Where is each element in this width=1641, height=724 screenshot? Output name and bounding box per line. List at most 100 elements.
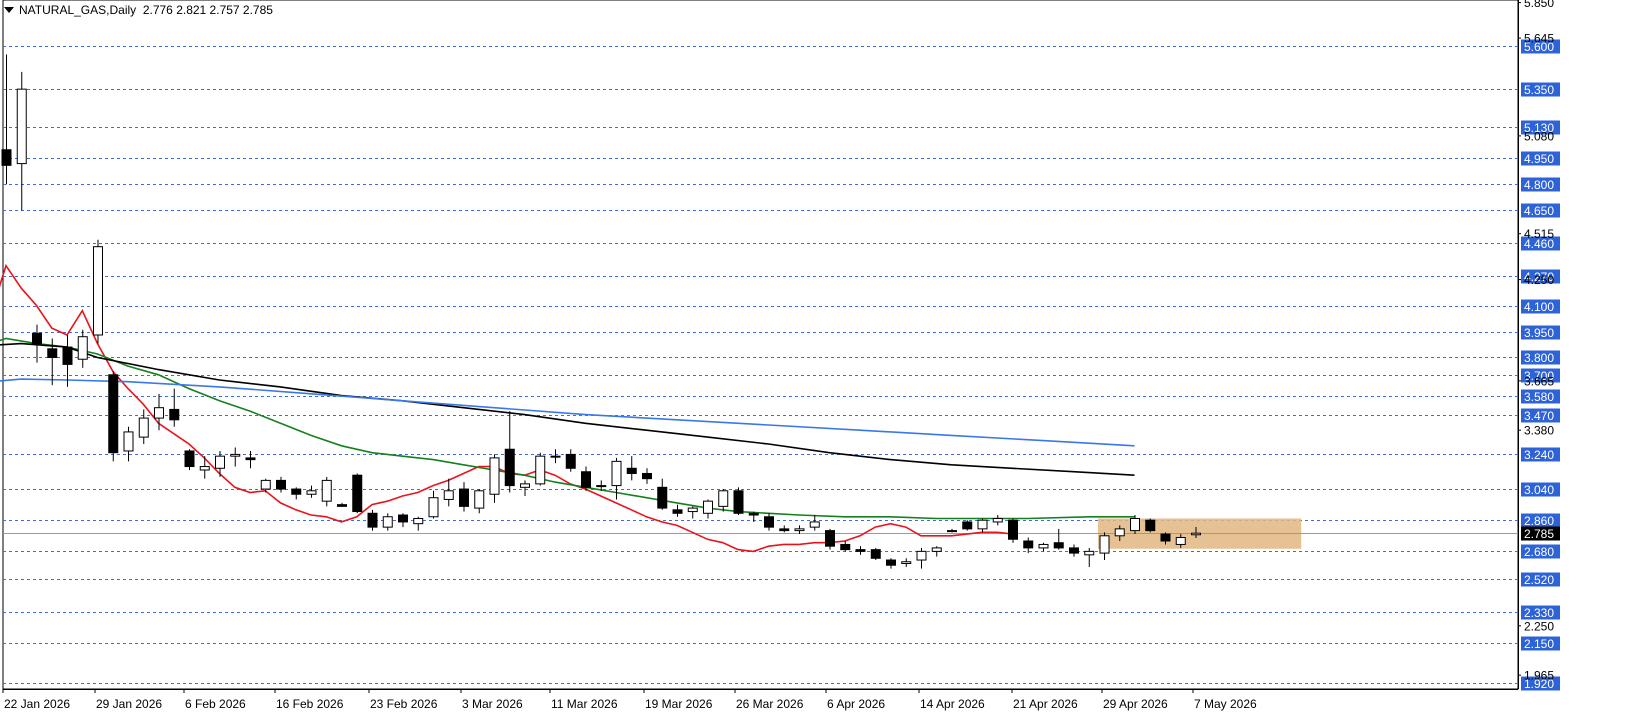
candle-body	[474, 490, 485, 509]
level-label: 3.040	[1524, 483, 1554, 497]
candle-body	[977, 519, 988, 530]
candle-body	[93, 246, 103, 336]
candle-body	[596, 485, 607, 488]
level-label: 4.650	[1524, 204, 1554, 218]
level-label: 2.520	[1524, 573, 1554, 587]
candle-body	[352, 474, 363, 513]
level-label: 4.800	[1524, 178, 1554, 192]
level-label: 4.100	[1524, 300, 1554, 314]
scale-label: 1.965	[1524, 669, 1554, 683]
candle-body	[642, 472, 652, 480]
candle-body	[260, 479, 271, 490]
time-label: 3 Mar 2026	[462, 697, 523, 711]
candle-body	[825, 530, 835, 547]
candle-body	[215, 455, 225, 469]
candle-body	[626, 467, 637, 474]
candle-body	[703, 500, 713, 514]
scale-label: 3.665	[1524, 374, 1554, 388]
candle-body	[230, 453, 241, 457]
ohlc-readout: 2.776 2.821 2.757 2.785	[142, 3, 273, 17]
scale-label: 4.515	[1524, 227, 1554, 241]
candle-body	[870, 549, 881, 559]
candle-body	[47, 348, 58, 358]
candle-body	[550, 455, 561, 458]
level-label: 3.470	[1524, 409, 1554, 423]
candle-body	[1084, 550, 1095, 556]
level-label: 2.860	[1524, 514, 1554, 528]
chart-title-bar[interactable]: NATURAL_GAS,Daily 2.776 2.821 2.757 2.78…	[4, 3, 273, 17]
candle-body	[611, 460, 622, 487]
level-label: 3.800	[1524, 351, 1554, 365]
candle-body	[291, 488, 302, 495]
candle-body	[367, 512, 378, 528]
candle-body	[764, 516, 774, 528]
candle-body	[184, 450, 195, 468]
candle-body	[245, 457, 256, 461]
candle-body	[855, 549, 866, 552]
candle-body	[687, 507, 698, 513]
time-label: 14 Apr 2026	[920, 697, 985, 711]
candle-body	[779, 528, 790, 532]
candle-body	[62, 346, 73, 365]
candle-body	[581, 471, 591, 488]
level-label: 2.330	[1524, 606, 1554, 620]
candle-body	[901, 561, 912, 564]
candle-body	[459, 488, 469, 507]
candle-body	[382, 516, 393, 528]
candle-body	[916, 550, 927, 561]
candle-body	[443, 490, 454, 500]
time-label: 23 Feb 2026	[370, 697, 438, 711]
plot-frame	[2, 0, 1519, 690]
chart-canvas: 5.6005.3505.1304.9504.8004.6504.4604.270…	[0, 0, 1560, 711]
candle-body	[123, 431, 134, 452]
time-label: 29 Apr 2026	[1103, 697, 1168, 711]
candle-body	[108, 374, 119, 454]
candle-body	[748, 512, 759, 516]
candle-body	[886, 559, 896, 566]
candle-body	[565, 453, 576, 469]
candle-body	[306, 490, 317, 495]
candle-body	[489, 457, 500, 495]
candle-body	[398, 514, 408, 523]
candle-body	[809, 521, 820, 528]
time-label: 6 Apr 2026	[827, 697, 885, 711]
candle-body	[1114, 528, 1125, 537]
scale-label: 5.645	[1524, 32, 1554, 46]
level-label: 2.680	[1524, 545, 1554, 559]
candle-body	[504, 448, 515, 487]
time-label: 11 Mar 2026	[551, 697, 618, 711]
time-label: 26 Mar 2026	[736, 697, 804, 711]
candle-body	[1008, 519, 1018, 540]
candle-body	[413, 517, 424, 525]
time-label: 16 Feb 2026	[276, 697, 344, 711]
candle-body	[1099, 535, 1110, 554]
candle-body	[321, 479, 332, 502]
candle-body	[77, 336, 88, 360]
scale-label: 5.850	[1524, 0, 1554, 10]
candle-body	[1145, 519, 1156, 532]
candle-body	[154, 407, 164, 419]
candle-body	[428, 497, 439, 518]
candle-body	[535, 455, 546, 485]
candle-body	[32, 332, 42, 345]
level-label: 3.240	[1524, 448, 1554, 462]
candle-body	[794, 528, 805, 532]
candle-body	[276, 479, 286, 490]
timeframe-label: Daily	[109, 3, 137, 17]
level-label: 5.350	[1524, 83, 1554, 97]
scale-label: 3.380	[1524, 424, 1554, 438]
level-label: 3.950	[1524, 326, 1554, 340]
candle-body	[138, 417, 149, 438]
scale-label: 2.250	[1524, 619, 1554, 633]
candle-body	[962, 521, 973, 530]
time-label: 6 Feb 2026	[185, 697, 246, 711]
collapse-triangle-icon[interactable]	[4, 7, 14, 13]
candle-body	[931, 547, 942, 552]
candle-body	[840, 543, 851, 551]
candle-body	[1160, 533, 1171, 542]
candle-body	[1, 149, 12, 166]
candle-body	[520, 483, 530, 488]
time-label: 7 May 2026	[1194, 697, 1257, 711]
current-price-label: 2.785	[1524, 527, 1554, 541]
candle-body	[718, 490, 729, 507]
